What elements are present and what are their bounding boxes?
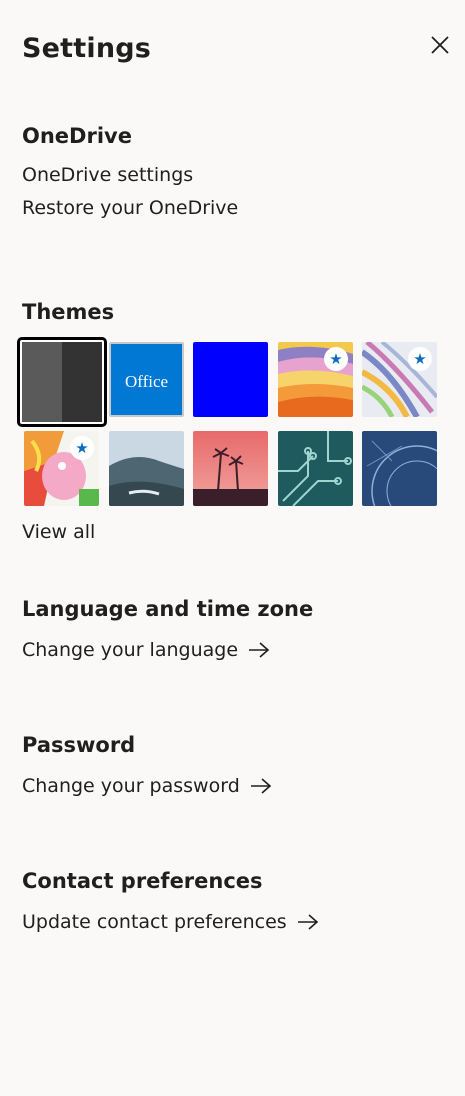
theme-rainbow-stripes[interactable]: ★ [278, 342, 353, 417]
panel-title: Settings [22, 33, 152, 64]
update-contact-link[interactable]: Update contact preferences [22, 911, 319, 933]
arrow-right-icon [248, 641, 270, 659]
close-icon[interactable] [428, 33, 454, 59]
theme-innovation-blueprint[interactable] [362, 431, 437, 506]
themes-heading: Themes [22, 300, 115, 324]
theme-ribbon-swirl[interactable]: ★ [362, 342, 437, 417]
star-icon: ★ [408, 347, 432, 371]
star-icon: ★ [324, 347, 348, 371]
arrow-right-icon [250, 777, 272, 795]
theme-palm-trees-sunset[interactable] [193, 431, 268, 506]
theme-cartoon-character[interactable]: ★ [24, 431, 99, 506]
theme-blue[interactable] [193, 342, 268, 417]
arrow-right-icon [297, 913, 319, 931]
change-password-link[interactable]: Change your password [22, 775, 272, 797]
settings-panel: Settings OneDrive OneDrive settings Rest… [0, 0, 465, 1096]
view-all-themes-link[interactable]: View all [22, 521, 95, 543]
theme-office[interactable]: Office [109, 342, 184, 417]
theme-mountain-landscape[interactable] [109, 431, 184, 506]
onedrive-settings-link[interactable]: OneDrive settings [22, 164, 193, 186]
change-language-link[interactable]: Change your language [22, 639, 270, 661]
star-icon: ★ [70, 436, 94, 460]
onedrive-heading: OneDrive [22, 124, 132, 148]
theme-circuit-board[interactable] [278, 431, 353, 506]
theme-dark-gray[interactable] [17, 337, 107, 427]
office-theme-label: Office [124, 372, 169, 391]
change-language-label: Change your language [22, 639, 239, 661]
change-password-label: Change your password [22, 775, 240, 797]
contact-heading: Contact preferences [22, 869, 263, 893]
update-contact-label: Update contact preferences [22, 911, 287, 933]
language-heading: Language and time zone [22, 597, 314, 621]
password-heading: Password [22, 733, 136, 757]
restore-onedrive-link[interactable]: Restore your OneDrive [22, 197, 238, 219]
